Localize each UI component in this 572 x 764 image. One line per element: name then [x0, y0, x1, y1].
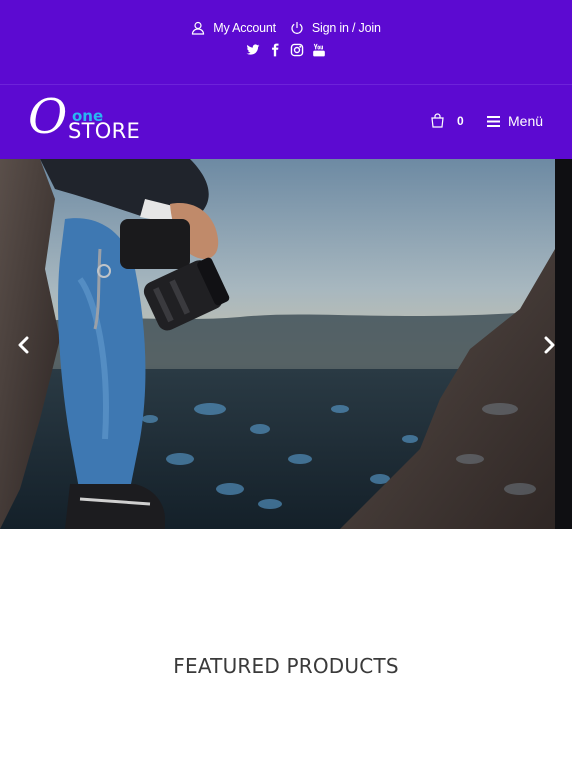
shopping-bag-icon	[431, 113, 444, 128]
menu-button[interactable]: Menü	[487, 113, 543, 129]
cart-count: 0	[457, 113, 464, 128]
featured-products-heading: FEATURED PRODUCTS	[173, 654, 399, 678]
instagram-icon	[290, 43, 304, 57]
social-links	[0, 43, 572, 57]
account-links: My Account Sign in / Join	[0, 21, 572, 35]
power-icon	[291, 22, 303, 34]
logo-store-text: STORE	[68, 119, 141, 143]
my-account-link[interactable]: My Account	[191, 21, 276, 35]
facebook-link[interactable]	[268, 43, 282, 57]
sign-in-link[interactable]: Sign in / Join	[290, 21, 381, 35]
cart-button[interactable]: 0	[430, 113, 464, 128]
menu-label: Menü	[508, 113, 544, 129]
twitter-link[interactable]	[246, 43, 260, 57]
user-icon	[192, 21, 205, 35]
my-account-label: My Account	[213, 21, 276, 35]
logo-script-letter: O	[28, 89, 68, 145]
site-logo[interactable]: O one STORE	[28, 93, 158, 145]
site-header: O one STORE 0 Menü	[0, 85, 572, 159]
facebook-icon	[272, 43, 279, 57]
sign-in-label: Sign in / Join	[311, 21, 381, 35]
top-bar: My Account Sign in / Join	[0, 0, 572, 84]
youtube-link[interactable]	[312, 43, 326, 57]
chevron-left-icon	[18, 336, 29, 354]
twitter-icon	[246, 44, 260, 55]
hero-slider[interactable]	[0, 159, 572, 529]
youtube-icon	[313, 43, 325, 57]
chevron-right-icon	[544, 336, 555, 354]
hamburger-icon	[487, 115, 500, 127]
slider-next-button[interactable]	[540, 333, 560, 357]
hero-slide-image	[0, 159, 572, 529]
slider-prev-button[interactable]	[13, 333, 33, 357]
instagram-link[interactable]	[290, 43, 304, 57]
